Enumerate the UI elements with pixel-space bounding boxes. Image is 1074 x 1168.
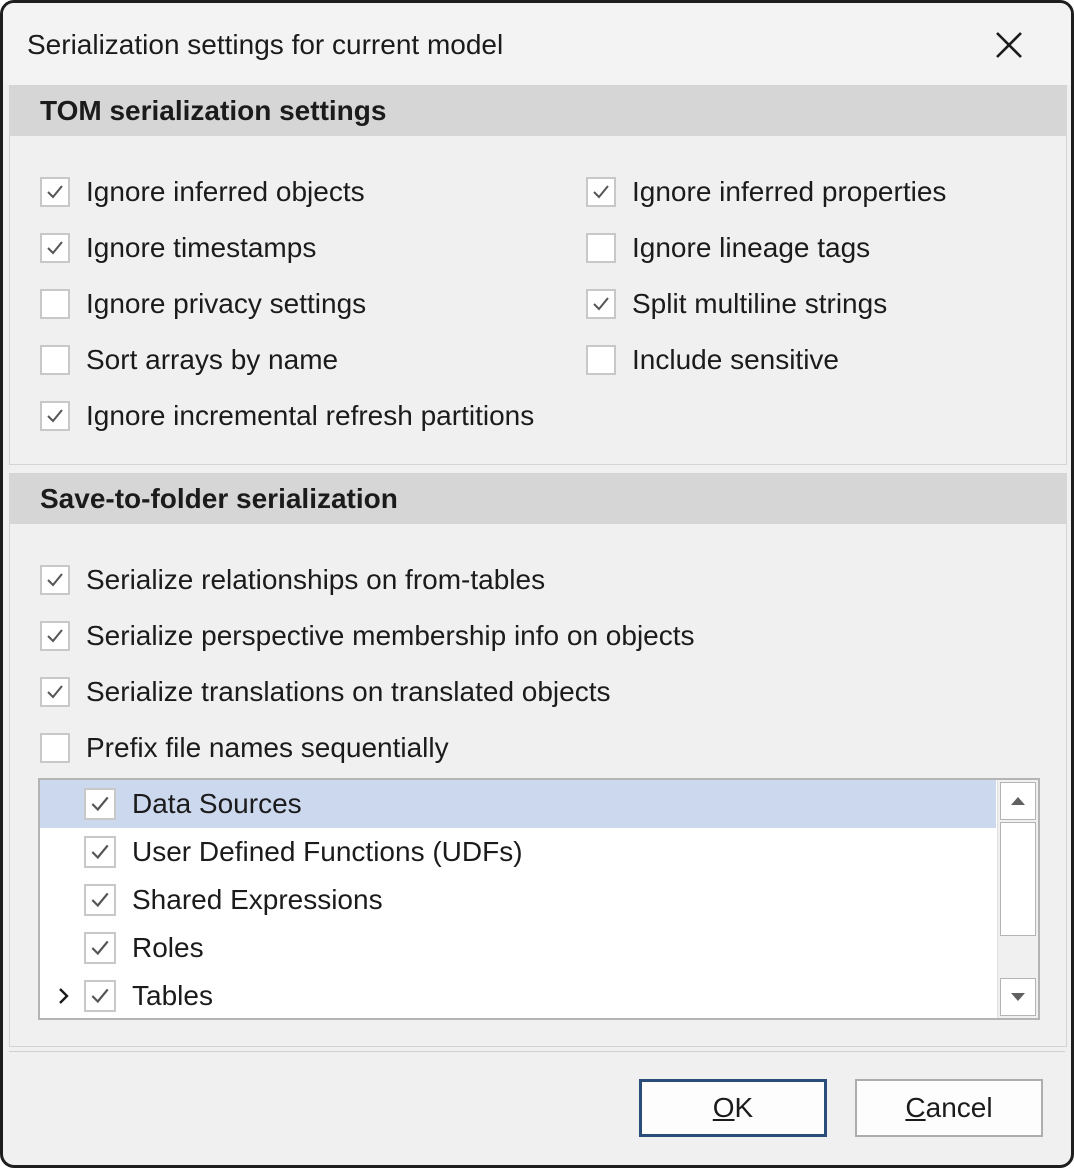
checkbox-box[interactable] <box>40 733 70 763</box>
tree-item-roles[interactable]: Roles <box>40 924 996 972</box>
cancel-label-rest: ancel <box>925 1092 993 1123</box>
close-icon[interactable] <box>991 27 1027 63</box>
checkbox-label: Prefix file names sequentially <box>86 732 449 763</box>
ignore-inferred-properties-checkbox[interactable]: Ignore inferred properties <box>586 172 946 212</box>
checkbox-label: Split multiline strings <box>632 288 888 319</box>
checkbox-box[interactable] <box>84 980 116 1012</box>
checkbox-box[interactable] <box>84 836 116 868</box>
scrollbar-thumb[interactable] <box>1000 822 1036 936</box>
serialize-translations-checkbox[interactable]: Serialize translations on translated obj… <box>40 672 611 712</box>
checkbox-box[interactable] <box>586 177 616 207</box>
checkbox-label: Ignore lineage tags <box>632 232 871 263</box>
scroll-down-icon[interactable] <box>1000 978 1036 1016</box>
tom-section-header: TOM serialization settings <box>10 86 1066 136</box>
checkbox-box[interactable] <box>586 345 616 375</box>
dialog-title: Serialization settings for current model <box>27 29 504 60</box>
checkbox-label: Ignore inferred objects <box>86 176 365 207</box>
serialize-relationships-checkbox[interactable]: Serialize relationships on from-tables <box>40 560 545 600</box>
tree-item-label: Roles <box>132 932 204 963</box>
ignore-incremental-refresh-partitions-checkbox[interactable]: Ignore incremental refresh partitions <box>40 396 534 436</box>
tree-scrollbar[interactable] <box>997 780 1038 1018</box>
checkbox-label: Sort arrays by name <box>86 344 339 375</box>
save-to-folder-section: Save-to-folder serialization Serialize r… <box>9 473 1067 1047</box>
checkbox-label: Serialize perspective membership info on… <box>86 620 695 651</box>
checkbox-box[interactable] <box>40 289 70 319</box>
prefix-file-names-checkbox[interactable]: Prefix file names sequentially <box>40 728 449 768</box>
ignore-privacy-settings-checkbox[interactable]: Ignore privacy settings <box>40 284 366 324</box>
chevron-right-icon[interactable] <box>52 984 76 1008</box>
ok-button[interactable]: OK <box>639 1079 827 1137</box>
tree-item-shared-expressions[interactable]: Shared Expressions <box>40 876 996 924</box>
tree-item-udfs[interactable]: User Defined Functions (UDFs) <box>40 828 996 876</box>
ok-mnemonic: O <box>712 1092 735 1123</box>
checkbox-box[interactable] <box>84 788 116 820</box>
ignore-timestamps-checkbox[interactable]: Ignore timestamps <box>40 228 316 268</box>
checkbox-box[interactable] <box>40 177 70 207</box>
checkbox-box[interactable] <box>40 565 70 595</box>
tree-item-tables[interactable]: Tables <box>40 972 996 1018</box>
include-sensitive-checkbox[interactable]: Include sensitive <box>586 340 839 380</box>
checkbox-box[interactable] <box>40 233 70 263</box>
ignore-lineage-tags-checkbox[interactable]: Ignore lineage tags <box>586 228 870 268</box>
tree-item-data-sources[interactable]: Data Sources <box>40 780 996 828</box>
checkbox-box[interactable] <box>40 621 70 651</box>
checkbox-label: Ignore inferred properties <box>632 176 947 207</box>
ok-label-rest: K <box>734 1092 754 1123</box>
checkbox-label: Ignore timestamps <box>86 232 317 263</box>
checkbox-label: Ignore incremental refresh partitions <box>86 400 535 431</box>
checkbox-label: Serialize relationships on from-tables <box>86 564 546 595</box>
tree-item-label: User Defined Functions (UDFs) <box>132 836 523 867</box>
tree-item-label: Tables <box>132 980 213 1011</box>
sort-arrays-by-name-checkbox[interactable]: Sort arrays by name <box>40 340 338 380</box>
checkbox-box[interactable] <box>84 932 116 964</box>
checkbox-box[interactable] <box>40 345 70 375</box>
cancel-button[interactable]: Cancel <box>855 1079 1043 1137</box>
title-bar: Serialization settings for current model <box>3 3 1071 85</box>
checkbox-box[interactable] <box>40 401 70 431</box>
tree-item-label: Shared Expressions <box>132 884 383 915</box>
serialization-settings-dialog: Serialization settings for current model… <box>0 0 1074 1168</box>
folder-section-header: Save-to-folder serialization <box>10 474 1066 524</box>
footer-separator <box>9 1051 1065 1052</box>
cancel-mnemonic: C <box>905 1092 926 1123</box>
checkbox-box[interactable] <box>586 233 616 263</box>
checkbox-box[interactable] <box>40 677 70 707</box>
checkbox-label: Serialize translations on translated obj… <box>86 676 611 707</box>
object-type-tree[interactable]: Data Sources User Defined Functions (UDF… <box>38 778 1040 1020</box>
checkbox-label: Include sensitive <box>632 344 840 375</box>
tree-item-label: Data Sources <box>132 788 302 819</box>
split-multiline-strings-checkbox[interactable]: Split multiline strings <box>586 284 887 324</box>
checkbox-box[interactable] <box>586 289 616 319</box>
checkbox-label: Ignore privacy settings <box>86 288 367 319</box>
checkbox-box[interactable] <box>84 884 116 916</box>
serialize-perspective-membership-checkbox[interactable]: Serialize perspective membership info on… <box>40 616 695 656</box>
scroll-up-icon[interactable] <box>1000 782 1036 820</box>
tom-serialization-section: TOM serialization settings Ignore inferr… <box>9 85 1067 465</box>
ignore-inferred-objects-checkbox[interactable]: Ignore inferred objects <box>40 172 365 212</box>
